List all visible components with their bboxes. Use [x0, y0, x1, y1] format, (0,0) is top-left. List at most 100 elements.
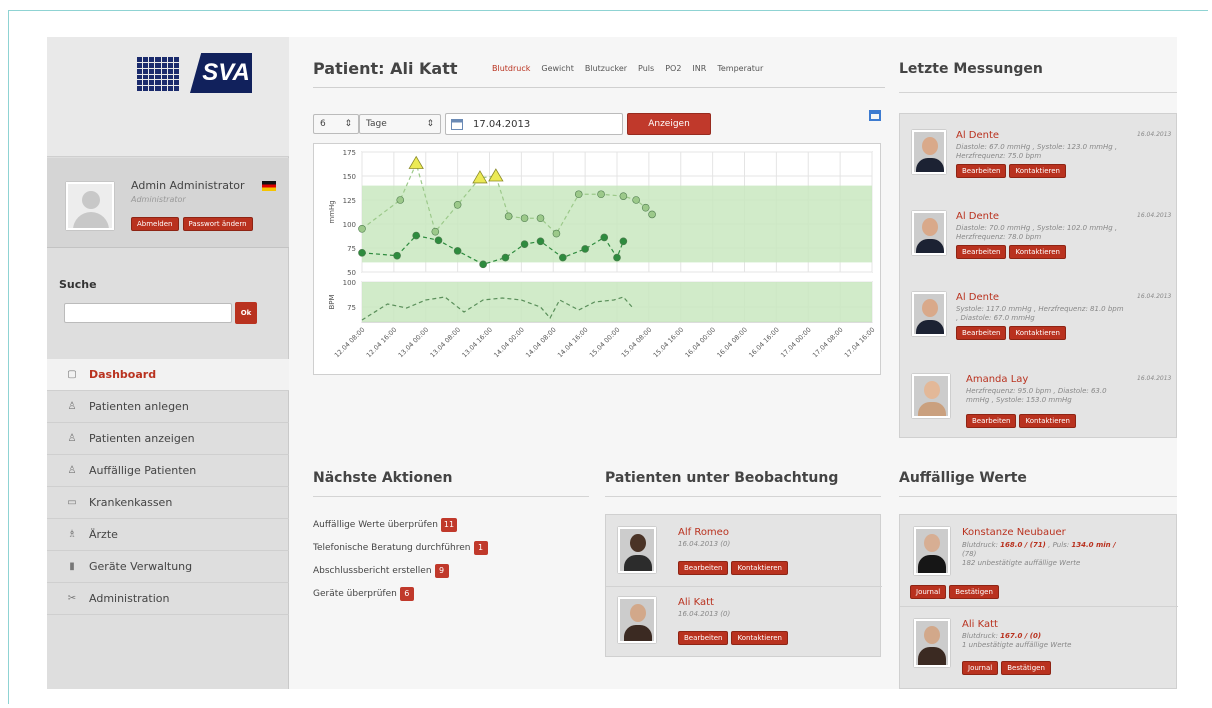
x-tick-label: 13.04 00:00 [397, 326, 431, 360]
y-tick-label: 100 [343, 279, 356, 287]
contact-button[interactable]: Kontaktieren [1009, 245, 1066, 259]
data-point [600, 233, 609, 242]
edit-button[interactable]: Bearbeiten [678, 561, 729, 575]
grid-logo-icon [137, 57, 179, 91]
logout-button[interactable]: Abmelden [131, 217, 179, 231]
patient-name-link[interactable]: Al Dente [956, 292, 999, 303]
german-flag-icon[interactable] [262, 181, 276, 191]
show-button[interactable]: Anzeigen [627, 113, 711, 135]
sidebar-item-krankenkassen[interactable]: ▭ Krankenkassen [47, 487, 289, 519]
tab-divider [313, 87, 885, 88]
tab-blutzucker[interactable]: Blutzucker [585, 64, 627, 73]
data-point [501, 253, 510, 262]
journal-button[interactable]: Journal [910, 585, 947, 599]
edit-button[interactable]: Bearbeiten [678, 631, 729, 645]
tab-blutdruck[interactable]: Blutdruck [492, 64, 530, 73]
data-point [619, 237, 628, 246]
edit-button[interactable]: Bearbeiten [956, 164, 1007, 178]
wrench-icon: ✂ [67, 593, 77, 604]
confirm-button[interactable]: Bestätigen [949, 585, 999, 599]
x-tick-label: 15.04 16:00 [652, 326, 686, 360]
y-tick-label: 75 [347, 245, 356, 253]
sidebar-item-auffaellige-patienten[interactable]: ♙ Auffällige Patienten [47, 455, 289, 487]
sva-logo: SVA [190, 53, 252, 93]
sidebar-item-patienten-anlegen[interactable]: ♙ Patienten anlegen [47, 391, 289, 423]
measurement-text: Diastole: 70.0 mmHg , Systole: 102.0 mmH… [956, 224, 1117, 242]
count-select[interactable]: 6 ⇕ [313, 114, 359, 134]
action-label: Auffällige Werte überprüfen [313, 519, 438, 530]
measurement-date: 16.04.2013 [1137, 293, 1172, 300]
contact-button[interactable]: Kontaktieren [1019, 414, 1076, 428]
confirm-button[interactable]: Bestätigen [1001, 661, 1051, 675]
section-divider [605, 496, 881, 497]
data-point [431, 227, 440, 236]
count-badge: 1 [473, 540, 488, 555]
sidebar-item-dashboard[interactable]: ▢ Dashboard [47, 359, 289, 391]
x-tick-label: 17.04 00:00 [779, 326, 813, 360]
sidebar-item-patienten-anzeigen[interactable]: ♙ Patienten anzeigen [47, 423, 289, 455]
sidebar-item-geraete-verwaltung[interactable]: ▮ Geräte Verwaltung [47, 551, 289, 583]
abnormal-label: , Puls: [1045, 541, 1072, 549]
contact-button[interactable]: Kontaktieren [1009, 326, 1066, 340]
tab-inr[interactable]: INR [692, 64, 706, 73]
patient-item: Alf Romeo 16.04.2013 (0) Bearbeiten Konta… [606, 515, 882, 587]
change-password-button[interactable]: Passwort ändern [182, 217, 253, 231]
patient-name-link[interactable]: Ali Katt [962, 619, 998, 630]
patient-name-link[interactable]: Alf Romeo [678, 527, 729, 538]
edit-button[interactable]: Bearbeiten [956, 326, 1007, 340]
y-tick-label: 125 [343, 197, 356, 205]
measurement-date: 16.04.2013 [1137, 375, 1172, 382]
sidebar-item-label: Geräte Verwaltung [89, 560, 193, 573]
patient-name-link[interactable]: Al Dente [956, 211, 999, 222]
abnormal-line-3: 182 unbestätigte auffällige Werte [962, 559, 1081, 567]
pulse-value: 134.0 min / [1071, 541, 1116, 549]
data-point [453, 247, 462, 255]
tab-puls[interactable]: Puls [638, 64, 654, 73]
x-tick-label: 16.04 00:00 [684, 326, 718, 360]
export-icon[interactable] [869, 110, 881, 121]
action-item[interactable]: Auffällige Werte überprüfen 11 [313, 513, 488, 536]
patient-photo [912, 292, 946, 336]
y-tick-label: 150 [343, 173, 356, 181]
sidebar-item-aerzte[interactable]: ♗ Ärzte [47, 519, 289, 551]
edit-button[interactable]: Bearbeiten [966, 414, 1017, 428]
observation-title: Patienten unter Beobachtung [605, 470, 839, 486]
sidebar-item-label: Administration [89, 592, 170, 605]
abnormal-text: Blutdruck: 168.0 / (71) , Puls: 134.0 mi… [962, 541, 1172, 568]
abnormal-label: Blutdruck: [962, 541, 1001, 549]
abnormal-text: Blutdruck: 167.0 / (0) 1 unbestätigte au… [962, 632, 1071, 650]
action-item[interactable]: Telefonische Beratung durchführen 1 [313, 536, 488, 559]
unit-select[interactable]: Tage ⇕ [359, 114, 441, 134]
y-axis-label: BPM [328, 294, 336, 309]
patient-name-link[interactable]: Konstanze Neubauer [962, 527, 1066, 538]
contact-button[interactable]: Kontaktieren [1009, 164, 1066, 178]
x-tick-label: 14.04 16:00 [556, 326, 590, 360]
patient-name-link[interactable]: Amanda Lay [966, 374, 1028, 385]
tab-gewicht[interactable]: Gewicht [541, 64, 574, 73]
patient-photo [914, 619, 950, 667]
tab-po2[interactable]: PO2 [665, 64, 681, 73]
measurement-line-1: Herzfrequenz: 95.0 bpm , Diastole: 63.0 [966, 387, 1107, 395]
search-button[interactable]: Ok [235, 302, 257, 324]
data-point [581, 245, 589, 253]
journal-button[interactable]: Journal [962, 661, 999, 675]
search-input[interactable] [64, 303, 232, 323]
patient-name-link[interactable]: Al Dente [956, 130, 999, 141]
tab-temperatur[interactable]: Temperatur [717, 64, 763, 73]
count-badge: 9 [434, 563, 449, 578]
y-tick-label: 75 [347, 304, 356, 312]
y-tick-label: 175 [343, 149, 356, 157]
x-tick-label: 12.04 16:00 [365, 326, 399, 360]
patient-name-link[interactable]: Ali Katt [678, 597, 714, 608]
measurement-line-1: Systole: 117.0 mmHg , Herzfrequenz: 81.0… [956, 305, 1124, 313]
action-item[interactable]: Abschlussbericht erstellen 9 [313, 559, 488, 582]
action-item[interactable]: Geräte überprüfen 6 [313, 582, 488, 605]
calendar-icon[interactable] [451, 118, 463, 130]
sidebar-item-administration[interactable]: ✂ Administration [47, 583, 289, 615]
contact-button[interactable]: Kontaktieren [731, 561, 788, 575]
contact-button[interactable]: Kontaktieren [731, 631, 788, 645]
edit-button[interactable]: Bearbeiten [956, 245, 1007, 259]
date-field[interactable]: 17.04.2013 [445, 113, 623, 135]
data-point [434, 236, 443, 245]
measurement-line-2: mmHg , Systole: 153.0 mmHg [966, 396, 1072, 404]
